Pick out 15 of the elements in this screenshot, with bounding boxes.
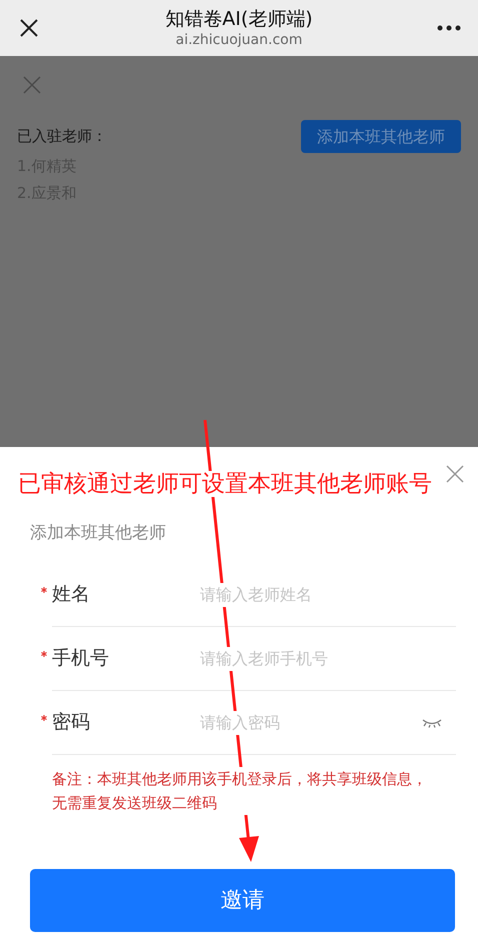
field-label: 密码	[52, 710, 91, 736]
close-icon	[19, 18, 39, 38]
sheet-title: 添加本班其他老师	[30, 522, 167, 545]
annotation-text: 已审核通过老师可设置本班其他老师账号	[18, 471, 432, 497]
more-icon	[437, 25, 461, 31]
field-label: 姓名	[52, 582, 91, 608]
page-title: 知错卷AI(老师端)	[165, 7, 313, 31]
close-icon	[446, 465, 464, 483]
invite-button[interactable]: 邀请	[30, 869, 455, 932]
section-label: 已入驻老师：	[17, 126, 107, 148]
add-teacher-button[interactable]: 添加本班其他老师	[301, 120, 461, 153]
close-icon	[23, 76, 41, 94]
field-label: 手机号	[52, 646, 110, 672]
eye-closed-icon[interactable]	[422, 718, 442, 728]
page-url: ai.zhicuojuan.com	[176, 31, 302, 49]
